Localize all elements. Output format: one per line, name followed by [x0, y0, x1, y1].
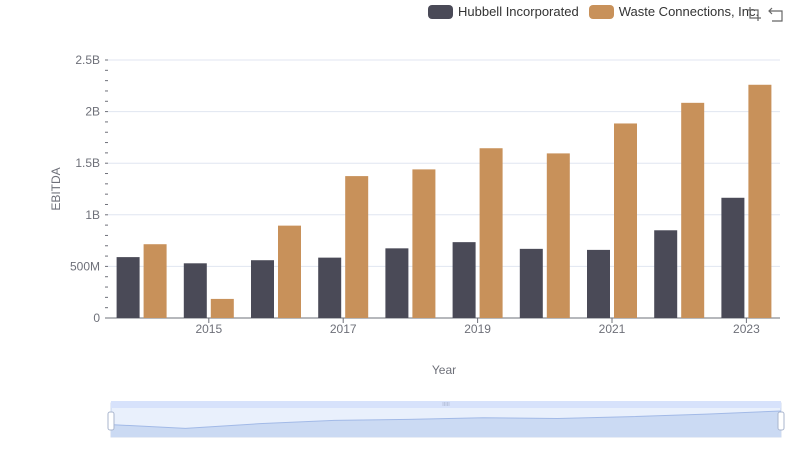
bar-hubbell-2020 [519, 248, 543, 318]
bar-waste-connections-2016 [278, 225, 301, 318]
bar-waste-connections-2023 [748, 84, 772, 318]
bar-waste-connections-2019 [479, 148, 503, 318]
bar-waste-connections-2022 [681, 102, 705, 318]
bar-hubbell-2016 [251, 260, 274, 318]
x-tick-label: 2021 [599, 322, 626, 336]
bar-hubbell-2023 [721, 197, 745, 318]
y-tick-label: 1.5B [75, 156, 100, 170]
y-tick-label: 500M [70, 259, 100, 273]
bar-hubbell-2015 [183, 263, 207, 318]
y-axis-title: EBITDA [49, 167, 63, 210]
bar-waste-connections-2015 [210, 298, 234, 318]
bar-waste-connections-2020 [546, 153, 570, 318]
datazoom-handle-right[interactable] [777, 411, 785, 431]
bar-hubbell-2018 [385, 248, 409, 318]
bar-hubbell-2021 [587, 249, 610, 318]
chart: 0 500M 1B 1.5B 2B 2.5B 2015 2017 2019 2021 2023 Yea… [49, 53, 785, 438]
bar-hubbell-2014 [116, 257, 140, 318]
bar-hubbell-2022 [654, 230, 678, 318]
x-tick-label: 2023 [733, 322, 760, 336]
x-tick-label: 2015 [195, 322, 222, 336]
datazoom-handle-left[interactable] [107, 411, 115, 431]
bar-waste-connections-2017 [345, 176, 369, 318]
y-tick-label: 0 [93, 311, 100, 325]
y-tick-label: 2B [85, 105, 100, 119]
y-tick-label: 2.5B [75, 53, 100, 67]
x-tick-label: 2019 [464, 322, 491, 336]
bar-hubbell-2017 [318, 257, 342, 318]
x-tick-label: 2017 [330, 322, 357, 336]
bar-waste-connections-2018 [412, 169, 436, 318]
bar-waste-connections-2021 [614, 123, 637, 318]
x-axis-title: Year [432, 363, 456, 377]
datazoom-selection [111, 403, 781, 437]
y-tick-label: 1B [85, 208, 100, 222]
bar-hubbell-2019 [452, 242, 476, 318]
bar-waste-connections-2014 [143, 244, 167, 318]
